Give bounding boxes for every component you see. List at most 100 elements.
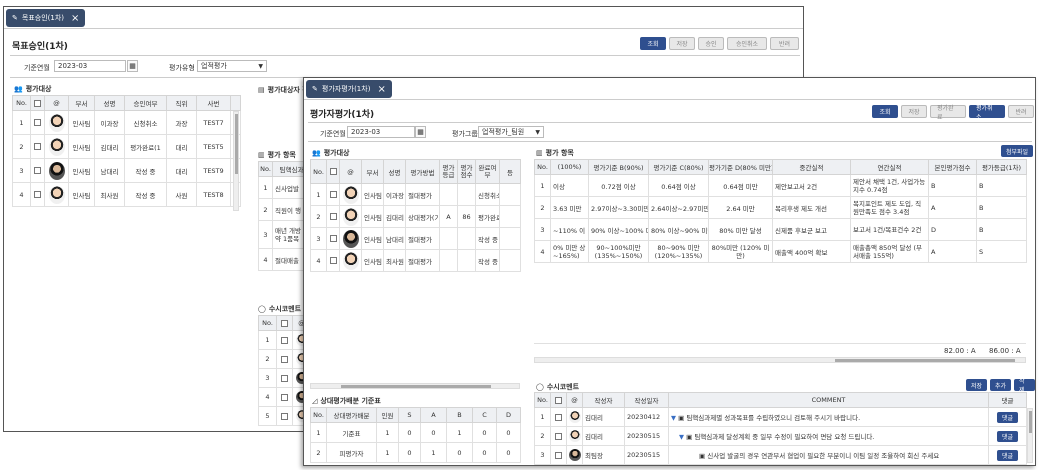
table-row[interactable]: 2 인사팀김대리상대평가(기?A86평가완료 [310,205,521,228]
close-icon[interactable]: × [71,13,79,24]
targets-section-title: 👥 평가대상 [14,85,52,93]
search-button[interactable]: 조회 [640,37,666,50]
table-row[interactable]: 2 3.63 미만 2.97이상~3.30미만 2.64이상~2.97미만 2.64 미… [534,196,1027,219]
table-row[interactable]: 3 최팀장 20230515 ▣ 신사업 발굴의 경우 연관부서 협업이 필요한 … [534,445,1027,465]
row-checkbox[interactable] [329,213,337,220]
doc-icon: ▥ [536,149,543,157]
targets-section-title: 👥 평가대상 [312,149,350,157]
cancel-eval-button[interactable]: 평가취소 [969,105,1005,121]
avatar [342,207,359,226]
select-all-checkbox[interactable] [329,168,337,175]
comment-icon: ▣ [678,414,685,422]
scrollbar[interactable] [1027,408,1033,463]
comment-icon: ▣ [699,452,706,460]
table-row[interactable]: 4 인사팀 최사원 절대평가 작성 중 [310,249,521,272]
table-row[interactable]: 3 인사팀 남대리 절대평가 작성 중 [310,227,521,250]
row-checkbox[interactable] [281,355,288,363]
table-row[interactable]: 4 0% 미만 상~165%) 90~100%미만 (135%~150%) 80~90… [534,240,1027,263]
reject-button[interactable]: 반려 [770,37,799,50]
comment-add-button[interactable]: 추가 [990,379,1012,391]
expand-icon[interactable]: ▼ [671,414,676,422]
table-row[interactable]: 4 인사팀 최사원 작성 중 사원 TEST8 [12,182,241,207]
year-label: 기준연월 [24,64,50,72]
chevron-down-icon: ▼ [258,63,263,70]
attach-file-button[interactable]: 첨부파일 [1001,145,1034,157]
row-checkbox[interactable] [281,412,288,420]
reply-button[interactable]: 댓글 [996,430,1019,442]
avatar [569,449,581,461]
complete-button[interactable]: 평가완료 [930,105,966,121]
save-button[interactable]: 저장 [901,105,927,118]
comment-icon: ▣ [686,433,693,441]
select-all-checkbox[interactable] [555,396,562,404]
search-button[interactable]: 조회 [872,105,898,118]
reject-button[interactable]: 반려 [1008,105,1034,118]
avatar [48,185,65,204]
row-checkbox[interactable] [555,432,562,440]
row-checkbox[interactable] [329,235,337,242]
year-input[interactable]: 2023-03 [54,60,126,72]
table-row[interactable]: 3~110% 이90% 이상~100% 미만80% 이상~90% 미만80% 미… [534,218,1027,241]
row-checkbox[interactable] [281,374,288,382]
avatar [48,161,65,180]
user-edit-icon: ✎ [312,85,318,93]
row-checkbox[interactable] [555,413,562,421]
scrollbar[interactable] [534,357,1026,363]
table-row[interactable]: 2 김대리 20230515 ▼ ▣ 팀핵심과제 달성계획 중 일부 수정이 필요… [534,426,1027,446]
divider [10,55,800,56]
table-row[interactable]: 1 김대리 20230412 ▼ ▣ 팀핵심과제별 성과목표를 수립하였으니 검토… [534,407,1027,427]
group-select[interactable]: 업적평가_팀원 ▼ [478,126,544,138]
approve-cancel-button[interactable]: 승인취소 [727,37,767,50]
table-row: 2 피평가자 1 0 1000 [310,442,521,463]
row-checkbox[interactable] [34,119,41,126]
row-checkbox[interactable] [34,191,41,198]
row-checkbox[interactable] [555,451,562,459]
grade-total: 86.00 : A [989,347,1021,355]
tab-bar: ✎ 평가자평가(1차) × [304,78,1035,100]
select-all-checkbox[interactable] [281,319,288,327]
scrollbar[interactable] [233,111,239,211]
row-checkbox[interactable] [281,336,288,344]
row-checkbox[interactable] [281,393,288,401]
row-checkbox[interactable] [34,143,41,150]
divider [534,343,1026,344]
chat-icon: ◯ [258,305,266,313]
comment-delete-button[interactable]: 삭제 [1014,378,1035,394]
page-title: 평가자평가(1차) [310,110,375,120]
reply-button[interactable]: 댓글 [996,411,1019,423]
table-row[interactable]: 2 인사팀 김대리 평가완료(1 대리 TEST5 [12,134,241,159]
tab-bar: ✎ 목표승인(1차) × [4,7,803,29]
year-label: 기준연월 [320,130,346,138]
row-checkbox[interactable] [329,257,337,264]
calendar-icon[interactable]: ▦ [127,60,138,72]
close-icon[interactable]: × [377,84,385,95]
calendar-icon[interactable]: ▦ [415,126,426,138]
targets-table: No. @ 부서 성명 평가방법 평가등급 평가점수 완료여부 등 1 인사팀 이… [310,159,521,272]
targets-table: No. @ 부서 성명 승인여부 직위 사번 1 인사팀 이과장 신청취소 과장 TES… [12,95,241,207]
doc-icon: ▥ [258,151,265,159]
avatar [48,137,65,156]
table-header: No. @ 부서 성명 승인여부 직위 사번 [12,95,241,111]
expand-icon[interactable]: ▼ [679,433,684,441]
scrollbar[interactable] [310,383,520,389]
select-all-checkbox[interactable] [34,99,41,107]
year-input[interactable]: 2023-03 [347,126,415,138]
table-row[interactable]: 1 인사팀이과장절대평가신청취소 [310,183,521,206]
type-select[interactable]: 업적평가 ▼ [197,60,267,72]
info-section-title: ▤ 평가대상자 정 [258,86,309,94]
tab-goal-approval[interactable]: ✎ 목표승인(1차) × [6,9,86,27]
table-row[interactable]: 1 인사팀 이과장 신청취소 과장 TEST7 [12,110,241,135]
chat-icon: ◯ [536,383,544,391]
evaluator-window: ✎ 평가자평가(1차) × 평가자평가(1차) 조회 저장 평가완료 평가취소 … [303,77,1036,466]
row-checkbox[interactable] [34,167,41,174]
table-row[interactable]: 3 인사팀 남대리 작성 중 대리 TEST9 [12,158,241,183]
reply-button[interactable]: 댓글 [996,449,1019,461]
approve-button[interactable]: 승인 [698,37,724,50]
table-row[interactable]: 1 이상 0.72점 이상 0.64점 이상 0.64점 미만 제안보고서 2건 제안서 … [534,174,1027,197]
tab-evaluator[interactable]: ✎ 평가자평가(1차) × [306,80,392,98]
table-header: No. @ 작성자 작성일자 COMMENT 댓글 [534,392,1027,408]
comment-save-button[interactable]: 저장 [966,379,988,391]
save-button[interactable]: 저장 [669,37,695,50]
row-checkbox[interactable] [329,191,337,198]
toolbar: 조회 저장 평가완료 평가취소 반려 [872,105,1034,121]
